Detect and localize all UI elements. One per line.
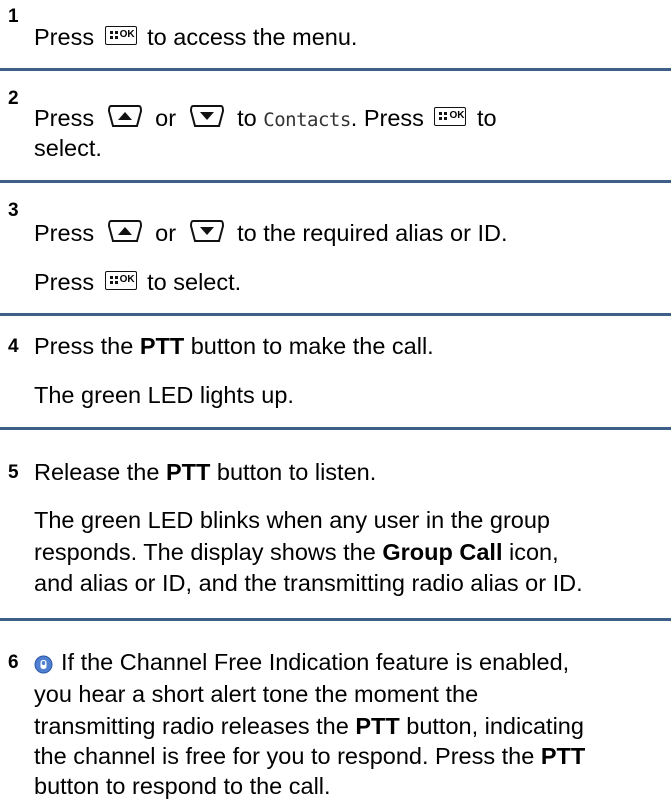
step-line: Press OK to select. xyxy=(34,269,242,295)
down-arrow-key-icon xyxy=(189,218,225,244)
note-icon xyxy=(34,651,53,674)
step-line: Press OK to access the menu. xyxy=(34,24,358,50)
divider xyxy=(0,313,671,316)
step-line: Press the PTT button to make the call. xyxy=(34,333,434,359)
menu-ok-key-icon: OK xyxy=(104,271,137,291)
down-arrow-key-icon xyxy=(189,103,225,129)
step-number: 3 xyxy=(8,200,19,221)
menu-ok-key-icon: OK xyxy=(104,26,137,46)
step-number: 2 xyxy=(8,88,19,109)
step-line: and alias or ID, and the transmitting ra… xyxy=(34,570,583,596)
step-line: the channel is free for you to respond. … xyxy=(34,743,586,769)
menu-ok-key-icon: OK xyxy=(434,107,467,127)
step-line: If the Channel Free Indication feature i… xyxy=(34,647,569,677)
step-line: The green LED blinks when any user in th… xyxy=(34,507,551,533)
step-line: transmitting radio releases the PTT butt… xyxy=(34,713,584,739)
step-number: 1 xyxy=(8,6,19,27)
divider xyxy=(0,618,671,621)
up-arrow-key-icon xyxy=(107,218,143,244)
step-line: select. xyxy=(34,135,102,161)
step-number: 5 xyxy=(8,462,19,483)
step-number: 6 xyxy=(8,652,19,673)
divider xyxy=(0,68,671,71)
up-arrow-key-icon xyxy=(107,103,143,129)
step-line: The green LED lights up. xyxy=(34,382,294,408)
step-line: Release the PTT button to listen. xyxy=(34,459,377,485)
divider xyxy=(0,427,671,430)
step-line: button to respond to the call. xyxy=(34,773,331,799)
step-line: responds. The display shows the Group Ca… xyxy=(34,539,559,565)
step-number: 4 xyxy=(8,336,19,357)
step-line: Press or to the required alias or ID. xyxy=(34,218,508,248)
step-line: you hear a short alert tone the moment t… xyxy=(34,681,479,707)
menu-item-contacts: Contacts xyxy=(263,109,351,131)
step-line: Press or to Contacts. Press OK to xyxy=(34,103,497,135)
divider xyxy=(0,180,671,183)
